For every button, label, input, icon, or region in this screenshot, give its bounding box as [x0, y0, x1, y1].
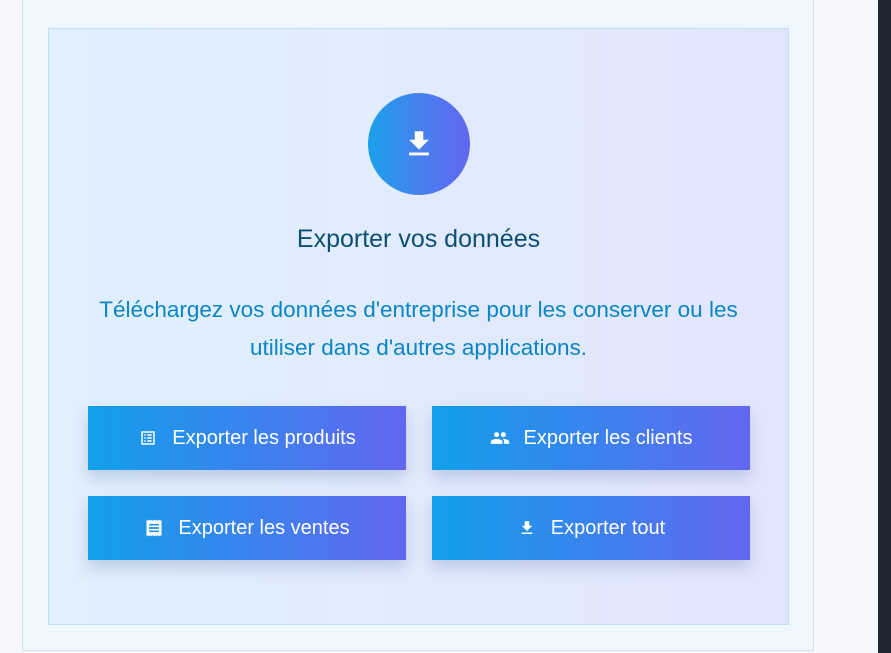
receipt-icon	[144, 518, 164, 538]
window-edge	[878, 0, 891, 653]
download-icon	[517, 518, 537, 538]
download-icon	[409, 131, 429, 156]
export-all-label: Exporter tout	[550, 516, 666, 539]
export-products-label: Exporter les produits	[172, 426, 356, 449]
export-all-button[interactable]: Exporter tout	[432, 496, 750, 560]
export-sales-label: Exporter les ventes	[178, 516, 350, 539]
list-icon	[138, 428, 158, 448]
page-title: Exporter vos données	[296, 225, 541, 253]
export-clients-button[interactable]: Exporter les clients	[432, 406, 750, 470]
download-badge	[368, 93, 470, 195]
export-products-button[interactable]: Exporter les produits	[88, 406, 406, 470]
export-clients-label: Exporter les clients	[523, 426, 693, 449]
people-icon	[490, 428, 510, 448]
export-sales-button[interactable]: Exporter les ventes	[88, 496, 406, 560]
page-description: Téléchargez vos données d'entreprise pou…	[99, 297, 738, 360]
